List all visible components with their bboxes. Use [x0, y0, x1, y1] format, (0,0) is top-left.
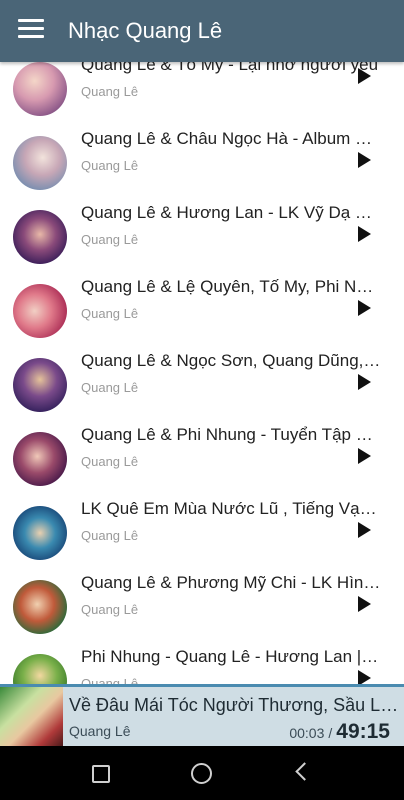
play-icon[interactable] [358, 68, 371, 84]
playback-time: 00:03/49:15 [289, 720, 390, 744]
back-chevron-icon[interactable] [295, 762, 314, 781]
now-playing-artist: Quang Lê [69, 723, 131, 739]
hamburger-menu-icon[interactable] [18, 19, 44, 43]
now-playing-artwork [0, 687, 63, 746]
song-title: Quang Lê & Tố My - Lại nhớ người yêu [81, 62, 379, 74]
system-nav-bar [0, 746, 404, 800]
song-artist: Quang Lê [81, 84, 139, 99]
app-title: Nhạc Quang Lê [68, 18, 223, 43]
song-thumbnail [13, 210, 67, 264]
duration: 49:15 [336, 720, 390, 743]
play-icon[interactable] [358, 448, 371, 464]
song-thumbnail [13, 654, 67, 684]
play-icon[interactable] [358, 152, 371, 168]
play-icon[interactable] [358, 300, 371, 316]
song-thumbnail [13, 136, 67, 190]
song-row[interactable]: Phi Nhung - Quang Lê - Hương Lan | Tuyển… [0, 642, 404, 684]
song-row[interactable]: Quang Lê & Phi Nhung - Tuyển Tập 10 bài … [0, 420, 404, 494]
song-row[interactable]: Quang Lê & Phương Mỹ Chi - LK Hình Bóng … [0, 568, 404, 642]
song-artist: Quang Lê [81, 528, 139, 543]
song-thumbnail [13, 580, 67, 634]
song-row[interactable]: Quang Lê & Ngọc Sơn, Quang Dũng, Quang L… [0, 346, 404, 420]
song-artist: Quang Lê [81, 676, 139, 684]
song-artist: Quang Lê [81, 232, 139, 247]
play-icon[interactable] [358, 670, 371, 684]
circle-icon[interactable] [191, 763, 212, 784]
song-title: Quang Lê & Lệ Quyên, Tố My, Phi Nhung [81, 277, 381, 296]
song-thumbnail [13, 62, 67, 116]
song-list[interactable]: Quang Lê & Tố My - Lại nhớ người yêu Qua… [0, 62, 404, 684]
song-title: Quang Lê & Phương Mỹ Chi - LK Hình Bóng … [81, 573, 381, 592]
song-artist: Quang Lê [81, 380, 139, 395]
time-separator: / [328, 725, 333, 741]
app-bar: Nhạc Quang Lê [0, 0, 404, 62]
square-icon[interactable] [92, 765, 110, 783]
song-thumbnail [13, 506, 67, 560]
now-playing-title: Về Đâu Mái Tóc Người Thương, Sầu Lẻ Bóng [69, 695, 399, 715]
song-thumbnail [13, 358, 67, 412]
current-time: 00:03 [289, 725, 325, 741]
song-row[interactable]: Quang Lê & Lệ Quyên, Tố My, Phi Nhung Qu… [0, 272, 404, 346]
play-icon[interactable] [358, 596, 371, 612]
song-title: Quang Lê & Hương Lan - LK Vỹ Dạ Đò Chiều [81, 203, 381, 222]
song-row[interactable]: Quang Lê & Châu Ngọc Hà - Album Khi ngườ… [0, 124, 404, 198]
song-title: Quang Lê & Ngọc Sơn, Quang Dũng, Quang L… [81, 351, 381, 370]
song-thumbnail [13, 284, 67, 338]
play-icon[interactable] [358, 226, 371, 242]
song-thumbnail [13, 432, 67, 486]
song-title: Phi Nhung - Quang Lê - Hương Lan | Tuyển… [81, 647, 381, 666]
song-artist: Quang Lê [81, 454, 139, 469]
song-row[interactable]: Quang Lê & Tố My - Lại nhớ người yêu Qua… [0, 62, 404, 124]
now-playing-bar[interactable]: Về Đâu Mái Tóc Người Thương, Sầu Lẻ Bóng… [0, 684, 404, 746]
song-artist: Quang Lê [81, 158, 139, 173]
song-artist: Quang Lê [81, 306, 139, 321]
song-title: Quang Lê & Phi Nhung - Tuyển Tập 10 bài [81, 425, 381, 444]
song-row[interactable]: LK Quê Em Mùa Nước Lũ , Tiếng Vạc Sầu Qu… [0, 494, 404, 568]
play-icon[interactable] [358, 374, 371, 390]
song-title: LK Quê Em Mùa Nước Lũ , Tiếng Vạc Sầu [81, 499, 381, 518]
song-title: Quang Lê & Châu Ngọc Hà - Album Khi ngườ… [81, 129, 381, 148]
play-icon[interactable] [358, 522, 371, 538]
song-row[interactable]: Quang Lê & Hương Lan - LK Vỹ Dạ Đò Chiều… [0, 198, 404, 272]
song-artist: Quang Lê [81, 602, 139, 617]
